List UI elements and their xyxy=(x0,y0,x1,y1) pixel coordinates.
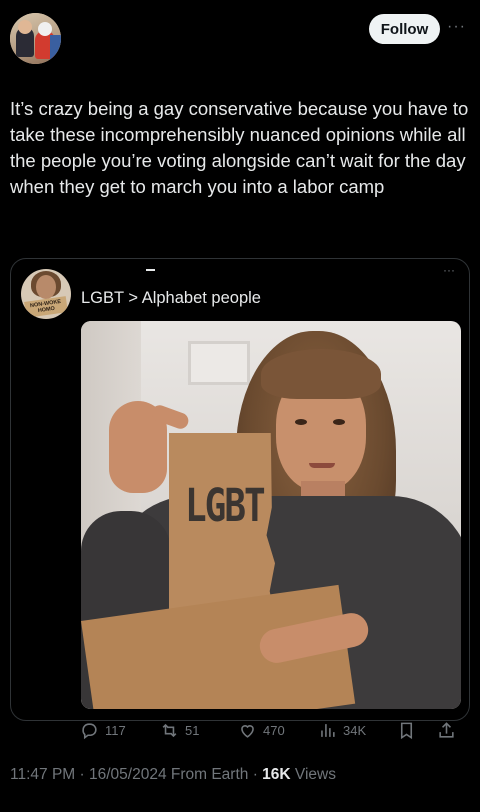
image-window xyxy=(188,341,250,385)
author-avatar[interactable] xyxy=(10,13,61,64)
avatar-figure xyxy=(18,20,32,34)
image-bangs xyxy=(261,349,381,399)
avatar-face xyxy=(36,275,56,299)
follow-button[interactable]: Follow xyxy=(369,14,440,44)
heart-icon xyxy=(241,724,254,738)
quoted-author-avatar[interactable]: NON-WOKE HOMO xyxy=(21,269,71,319)
tweet-location: From Earth xyxy=(170,766,249,783)
bookmark-icon xyxy=(400,722,413,739)
reply-count: 117 xyxy=(105,722,126,738)
bookmark-button[interactable] xyxy=(397,716,422,744)
quoted-more-icon[interactable]: ··· xyxy=(443,263,455,277)
quoted-tweet-text: LGBT > Alphabet people xyxy=(81,289,261,307)
views-count: 34K xyxy=(343,722,367,738)
image-cardboard-text: LGBT xyxy=(185,480,266,533)
like-count: 470 xyxy=(263,722,285,738)
image-eye xyxy=(333,419,345,425)
tweet-date[interactable]: 16/05/2024 xyxy=(89,766,167,783)
retweet-count: 51 xyxy=(185,722,200,738)
avatar-figure xyxy=(38,22,52,36)
image-eye xyxy=(295,419,307,425)
share-icon xyxy=(439,721,454,738)
image-mouth xyxy=(309,463,335,468)
reply-button[interactable]: 117 xyxy=(80,716,126,744)
quoted-tweet-card[interactable]: NON-WOKE HOMO ··· LGBT > Alphabet people… xyxy=(10,258,470,721)
reply-icon xyxy=(82,722,97,739)
tweet-meta: 11:47 PM · 16/05/2024 From Earth · 16K V… xyxy=(10,766,470,784)
quoted-tweet-image[interactable]: LGBT xyxy=(81,321,461,709)
avatar-figure xyxy=(50,35,61,59)
views-button[interactable]: 34K xyxy=(318,716,366,744)
action-bar: 117 51 470 34K xyxy=(0,716,480,744)
bar-chart-icon xyxy=(321,723,335,737)
like-button[interactable]: 470 xyxy=(238,716,285,744)
retweet-button[interactable]: 51 xyxy=(160,716,199,744)
tweet-views-count: 16K xyxy=(262,766,291,783)
tweet-time[interactable]: 11:47 PM xyxy=(10,766,75,783)
meta-separator: · xyxy=(79,766,89,783)
tweet-text: It’s crazy being a gay conservative beca… xyxy=(10,98,469,197)
meta-separator: · xyxy=(252,766,263,783)
more-options-icon[interactable]: ··· xyxy=(447,18,471,35)
avatar-sign: NON-WOKE HOMO xyxy=(24,296,68,318)
tweet-views-label: Views xyxy=(294,766,336,783)
quoted-author-name-placeholder xyxy=(146,269,155,271)
share-button[interactable] xyxy=(437,716,462,744)
retweet-icon xyxy=(162,723,177,737)
